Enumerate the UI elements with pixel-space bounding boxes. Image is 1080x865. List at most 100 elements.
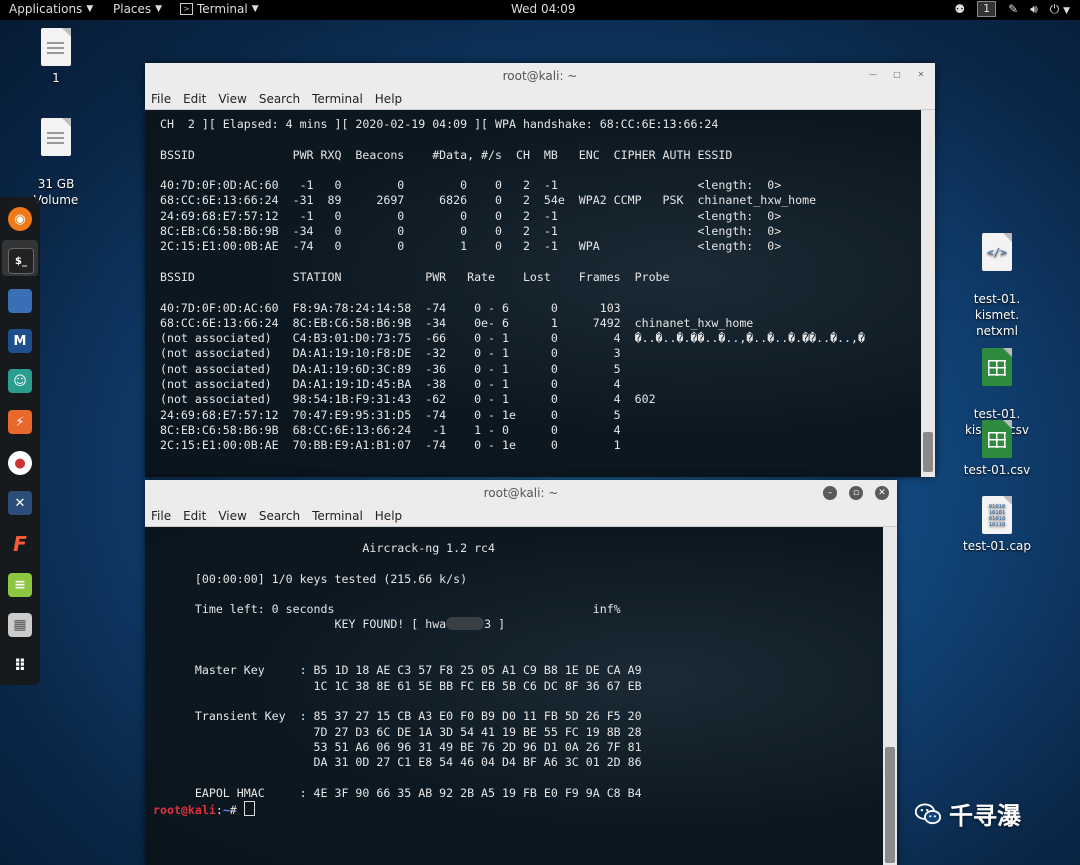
terminal-line: (not associated) 98:54:1B:F9:31:43 -62 0… xyxy=(153,392,656,407)
prompt-user: root@kali xyxy=(153,803,216,818)
terminal-line: BSSID STATION PWR Rate Lost Frames Probe xyxy=(153,269,670,284)
desktop-icon-label: test-01.cap xyxy=(962,539,1032,553)
menu-terminal[interactable]: Terminal xyxy=(312,89,363,109)
terminal-line: CH 2 ][ Elapsed: 4 mins ][ 2020-02-19 04… xyxy=(153,117,719,131)
window-title: root@kali: ~ xyxy=(483,486,559,500)
burpsuite-icon[interactable]: ⚡ xyxy=(8,410,32,434)
close-icon[interactable]: ✕ xyxy=(875,486,889,500)
chevron-down-icon: ▼ xyxy=(155,4,163,14)
show-apps-icon[interactable]: ⠿ xyxy=(8,653,32,677)
clock[interactable]: Wed 04:09 xyxy=(511,2,576,16)
minimize-icon[interactable]: — xyxy=(867,69,879,81)
spreadsheet-icon xyxy=(982,348,1012,386)
terminal-app-label: Terminal xyxy=(197,2,248,16)
text-cursor xyxy=(243,801,255,817)
scrollbar[interactable] xyxy=(921,110,935,477)
terminal-line: (not associated) C4:B3:01:D0:73:75 -66 0… xyxy=(153,331,865,346)
terminal-window-aircrack[interactable]: root@kali: ~ – ▫ ✕ File Edit View Search… xyxy=(145,480,897,865)
terminal-menubar: File Edit View Search Terminal Help xyxy=(145,506,897,527)
scrollbar[interactable] xyxy=(883,527,897,865)
terminal-small-icon: > xyxy=(180,3,193,15)
terminal-line: 8C:EB:C6:58:B6:9B 68:CC:6E:13:66:24 -1 1… xyxy=(153,422,621,437)
firefox-icon[interactable]: ◉ xyxy=(8,207,32,231)
menu-file[interactable]: File xyxy=(151,89,171,109)
beef-icon[interactable]: ✕ xyxy=(8,491,32,515)
terminal-icon[interactable]: $_ xyxy=(8,248,34,274)
terminal-line: 2C:15:E1:00:0B:AE 70:BB:E9:A1:B1:07 -74 … xyxy=(153,438,621,453)
aircrack-header: Aircrack-ng 1.2 rc4 [00:00:00] 1/0 keys … xyxy=(194,541,621,617)
binary-file-icon: 01010 10101 01010 10110 xyxy=(982,496,1012,534)
prompt-symbol: # xyxy=(229,803,244,818)
menu-terminal[interactable]: Terminal xyxy=(312,506,363,526)
terminal-app-menu[interactable]: > Terminal ▼ xyxy=(180,2,259,16)
menu-help[interactable]: Help xyxy=(375,506,402,526)
chevron-down-icon: ▼ xyxy=(86,4,94,14)
places-menu[interactable]: Places ▼ xyxy=(113,2,162,16)
xml-file-icon: </> xyxy=(982,233,1012,271)
armitage-icon[interactable]: ☺ xyxy=(8,369,32,393)
maltego-icon[interactable]: ● xyxy=(8,451,32,475)
terminal-line: 40:7D:0F:0D:AC:60 -1 0 0 0 0 2 -1 <lengt… xyxy=(153,178,782,193)
desktop-icon-netxml[interactable]: </> test-01. kismet. netxml xyxy=(962,217,1032,339)
window-titlebar[interactable]: root@kali: ~ — □ ✕ xyxy=(145,63,935,89)
scrollbar-thumb[interactable] xyxy=(923,432,933,472)
key-found-suffix: 3 ] xyxy=(484,617,506,632)
workspace-indicator[interactable]: 1 xyxy=(977,1,997,17)
menu-edit[interactable]: Edit xyxy=(183,506,206,526)
menu-file[interactable]: File xyxy=(151,506,171,526)
menu-view[interactable]: View xyxy=(218,506,246,526)
metasploit-icon[interactable]: M xyxy=(8,329,32,353)
menu-view[interactable]: View xyxy=(218,89,246,109)
maximize-icon[interactable]: ▫ xyxy=(849,486,863,500)
faraday-icon[interactable]: F xyxy=(8,532,32,556)
terminal-line: (not associated) DA:A1:19:10:F8:DE -32 0… xyxy=(153,346,621,361)
system-tray: ⚉ 1 ✎ 🔊︎ ⏻ ▼ xyxy=(954,1,1070,17)
power-icon[interactable]: ⏻ ▼ xyxy=(1050,2,1070,17)
applications-menu[interactable]: Applications ▼ xyxy=(9,2,93,16)
desktop-icon-file-1[interactable]: 1 xyxy=(34,28,78,86)
document-icon xyxy=(41,28,71,66)
menu-search[interactable]: Search xyxy=(259,89,300,109)
terminal-line: 8C:EB:C6:58:B6:9B -34 0 0 0 0 2 -1 <leng… xyxy=(153,224,782,239)
top-panel: Applications ▼ Places ▼ > Terminal ▼ Wed… xyxy=(0,0,1080,20)
terminal-menubar: File Edit View Search Terminal Help xyxy=(145,89,935,110)
close-icon[interactable]: ✕ xyxy=(915,69,927,81)
users-icon[interactable]: ⚉ xyxy=(954,2,965,16)
maximize-icon[interactable]: □ xyxy=(891,69,903,81)
terminal-line: 2C:15:E1:00:0B:AE -74 0 0 1 0 2 -1 WPA <… xyxy=(153,239,782,254)
spreadsheet-icon xyxy=(982,420,1012,458)
volume-icon[interactable]: 🔊︎ xyxy=(1030,2,1038,17)
prompt-path: ~ xyxy=(222,803,230,818)
minimize-icon[interactable]: – xyxy=(823,486,837,500)
window-title: root@kali: ~ xyxy=(502,69,578,83)
terminal-line: 24:69:68:E7:57:12 -1 0 0 0 0 2 -1 <lengt… xyxy=(153,208,782,223)
window-titlebar[interactable]: root@kali: ~ – ▫ ✕ xyxy=(145,480,897,506)
terminal-output[interactable]: Aircrack-ng 1.2 rc4 [00:00:00] 1/0 keys … xyxy=(145,527,883,865)
applications-label: Applications xyxy=(9,2,83,16)
desktop-icon-test-cap[interactable]: 01010 10101 01010 10110 test-01.cap xyxy=(958,496,1036,554)
desktop-icon-label: 31 GB Volume xyxy=(33,177,79,207)
terminal-line: 24:69:68:E7:57:12 70:47:E9:95:31:D5 -74 … xyxy=(153,407,621,422)
terminal-window-airodump[interactable]: root@kali: ~ — □ ✕ File Edit View Search… xyxy=(145,63,935,477)
pen-icon[interactable]: ✎ xyxy=(1008,2,1018,16)
menu-help[interactable]: Help xyxy=(375,89,402,109)
cutycapt-icon[interactable]: ▦ xyxy=(8,613,32,637)
prompt-separator: : xyxy=(215,803,223,818)
leafpad-icon[interactable]: ≡ xyxy=(8,573,32,597)
desktop-icon-label: test-01.csv xyxy=(963,463,1031,477)
drive-icon xyxy=(41,118,71,156)
files-icon[interactable] xyxy=(8,289,32,313)
menu-search[interactable]: Search xyxy=(259,506,300,526)
terminal-output[interactable]: CH 2 ][ Elapsed: 4 mins ][ 2020-02-19 04… xyxy=(145,110,921,477)
scrollbar-thumb[interactable] xyxy=(885,747,895,863)
desktop-icon-test-csv[interactable]: test-01.csv xyxy=(958,420,1036,478)
terminal-line: 40:7D:0F:0D:AC:60 F8:9A:78:24:14:58 -74 … xyxy=(153,300,621,315)
menu-edit[interactable]: Edit xyxy=(183,89,206,109)
redacted-key xyxy=(446,617,485,631)
desktop-icon-volume[interactable]: 31 GB Volume xyxy=(26,102,86,208)
terminal-line: 68:CC:6E:13:66:24 -31 89 2697 6826 0 2 5… xyxy=(153,193,817,208)
